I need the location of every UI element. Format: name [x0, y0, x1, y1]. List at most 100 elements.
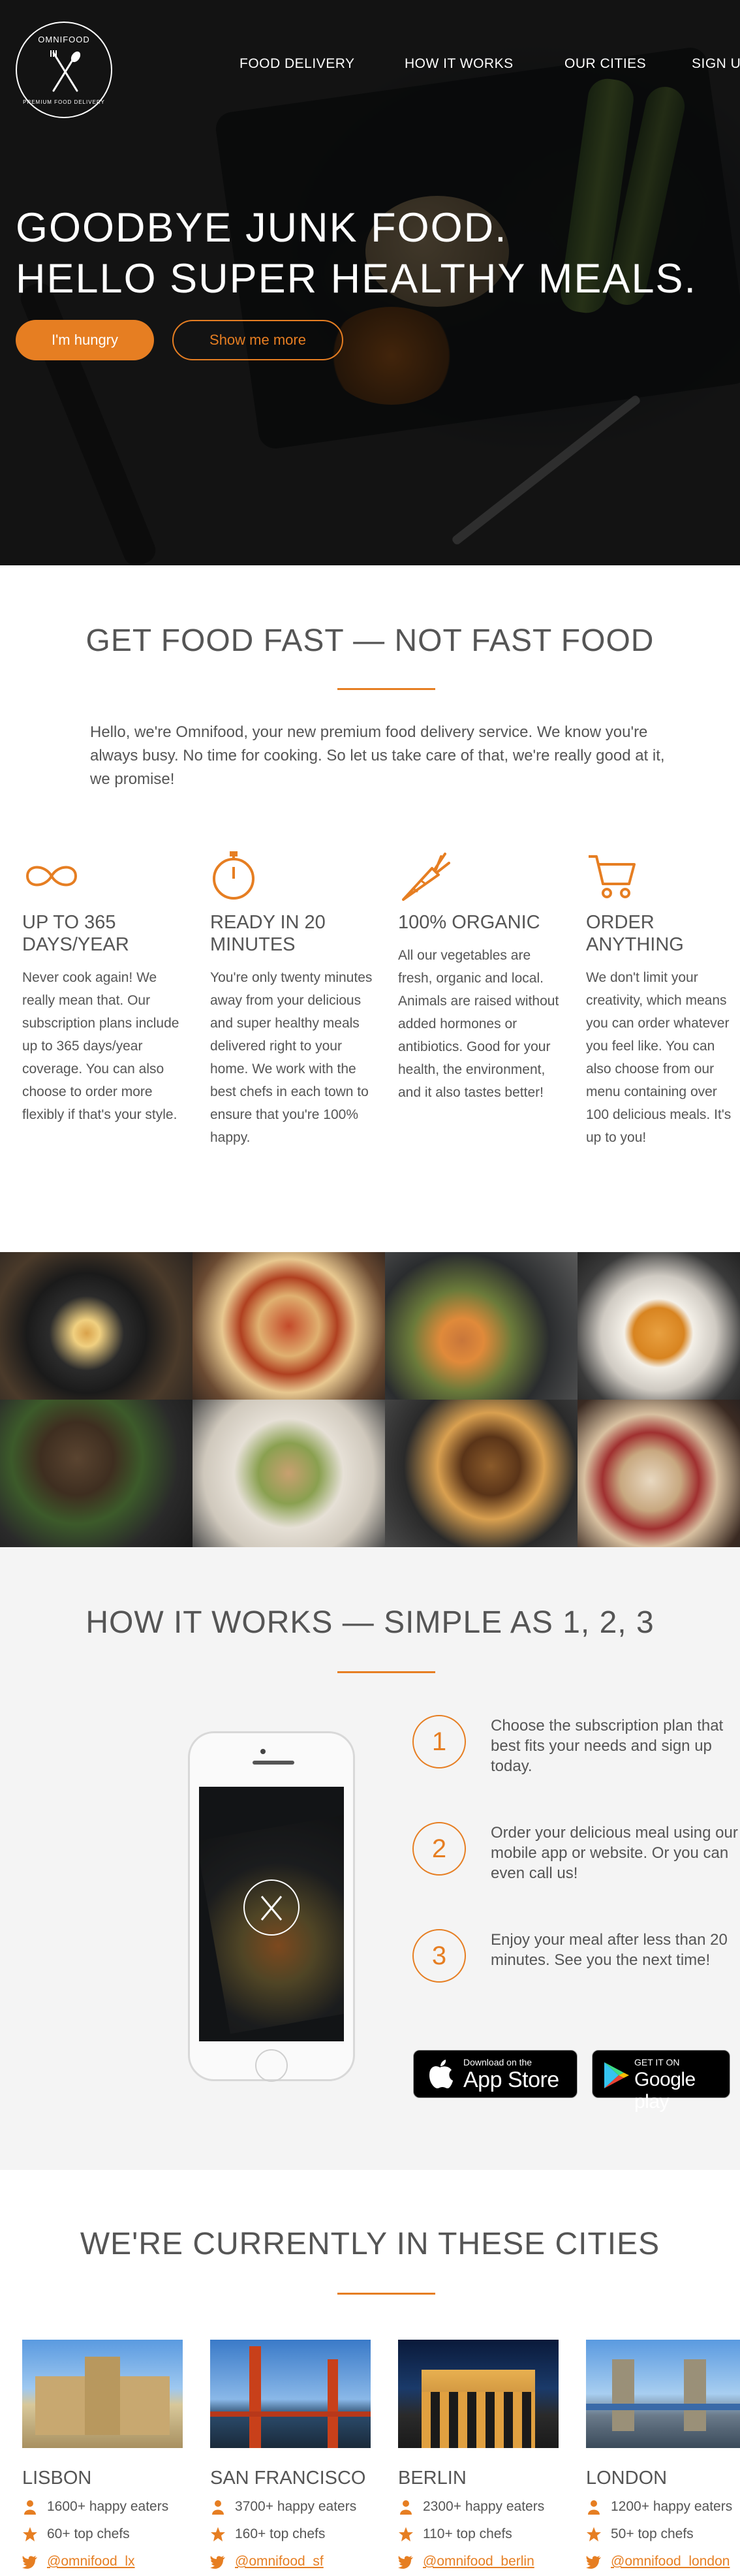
show-me-more-button[interactable]: Show me more	[172, 320, 343, 360]
how-it-works-heading: HOW IT WORKS — SIMPLE AS 1, 2, 3	[85, 1605, 655, 1640]
google-play-small-text: GET IT ON	[634, 2057, 680, 2067]
phone-screen	[199, 1787, 344, 2041]
city-name: Lisbon	[22, 2468, 92, 2489]
city-twitter: @omnifood_sf	[210, 2552, 373, 2571]
tower-bridge-tower	[684, 2359, 706, 2431]
golden-gate-tower	[328, 2359, 338, 2448]
star-icon	[211, 2527, 225, 2541]
how-heading-divider	[337, 1671, 435, 1673]
city-eaters-text: 1200+ happy eaters	[611, 2499, 733, 2514]
google-play-icon	[604, 2062, 629, 2088]
hero-title-line-2: HELLO SUPER HEALTHY MEALS.	[16, 256, 698, 302]
nav-how-it-works[interactable]: HOW IT WORKS	[405, 56, 514, 72]
city-twitter-link[interactable]: @omnifood_sf	[235, 2554, 324, 2569]
nav-sign-up[interactable]: SIGN UP	[692, 56, 740, 72]
berlin-photo	[398, 2340, 559, 2448]
city-chefs-text: 50+ top chefs	[611, 2526, 694, 2541]
nav-our-cities[interactable]: OUR CITIES	[564, 56, 646, 72]
feature-title: Up to 365 days/year	[22, 912, 129, 955]
step-number: 1	[412, 1715, 466, 1768]
brandenburg-columns	[422, 2392, 535, 2448]
infinity-icon	[25, 866, 78, 887]
city-eaters-text: 1600+ happy eaters	[47, 2499, 169, 2514]
city-eaters-text: 3700+ happy eaters	[235, 2499, 357, 2514]
stopwatch-icon	[213, 851, 254, 900]
city-twitter: @omnifood_lx	[22, 2552, 185, 2571]
city-chefs-text: 160+ top chefs	[235, 2526, 326, 2541]
phone-home-button	[255, 2049, 288, 2082]
city-card-san-francisco: San Francisco 3700+ happy eaters 160+ to…	[210, 2340, 373, 2571]
person-icon	[212, 2500, 224, 2515]
twitter-icon	[586, 2556, 601, 2569]
iphone-app-mockup	[188, 1731, 355, 2082]
feature-text: You're only twenty minutes away from you…	[210, 970, 373, 1145]
city-name: Berlin	[398, 2468, 467, 2489]
cart-icon	[589, 855, 636, 898]
city-twitter-link[interactable]: @omnifood_berlin	[423, 2554, 534, 2569]
city-chefs: 160+ top chefs	[210, 2524, 373, 2544]
meals-gallery	[0, 1252, 740, 1547]
cities-heading: WE'RE CURRENTLY IN THESE CITIES	[80, 2227, 660, 2261]
lisbon-photo	[22, 2340, 183, 2448]
person-icon	[400, 2500, 412, 2515]
logo-wordmark: OMNIFOOD	[38, 35, 90, 44]
feature-item: Ready in 20 minutes You're only twenty m…	[210, 850, 380, 1149]
city-chefs-text: 60+ top chefs	[47, 2526, 130, 2541]
feature-item: 100% organic All our vegetables are fres…	[398, 850, 568, 1104]
app-store-badge[interactable]: Download on the App Store	[413, 2050, 578, 2098]
city-chefs-text: 110+ top chefs	[423, 2526, 512, 2541]
feature-text: We don't limit your creativity, which me…	[586, 970, 732, 1145]
feature-text: All our vegetables are fresh, organic an…	[398, 948, 559, 1100]
steak-asparagus-photo[interactable]	[0, 1400, 193, 1547]
step-text: Choose the subscription plan that best f…	[491, 1717, 724, 1775]
person-icon	[24, 2500, 36, 2515]
star-icon	[399, 2527, 413, 2541]
burger-photo[interactable]	[385, 1400, 578, 1547]
tower-bridge-deck	[586, 2404, 740, 2410]
city-eaters: 1600+ happy eaters	[22, 2497, 185, 2517]
city-twitter-link[interactable]: @omnifood_london	[611, 2554, 730, 2569]
features-intro-text: Hello, we're Omnifood, your new premium …	[90, 723, 665, 788]
city-eaters: 2300+ happy eaters	[398, 2497, 561, 2517]
city-card-berlin: Berlin 2300+ happy eaters 110+ top chefs…	[398, 2340, 561, 2571]
city-name: London	[586, 2468, 668, 2489]
apple-icon	[429, 2060, 453, 2088]
feature-title: 100% organic	[398, 912, 540, 933]
sandwich-photo[interactable]	[193, 1400, 385, 1547]
nav-food-delivery[interactable]: FOOD DELIVERY	[239, 56, 355, 72]
im-hungry-button[interactable]: I'm hungry	[16, 320, 154, 360]
pizza-photo[interactable]	[193, 1252, 385, 1400]
tower-bridge-tower	[612, 2359, 634, 2431]
hero-title: GOODBYE JUNK FOOD. HELLO SUPER HEALTHY M…	[16, 202, 697, 304]
person-icon	[588, 2500, 600, 2515]
step-text: Enjoy your meal after less than 20 minut…	[491, 1931, 728, 1969]
city-name: San Francisco	[210, 2468, 366, 2489]
feature-title: Ready in 20 minutes	[210, 912, 326, 955]
app-logo-icon	[243, 1879, 300, 1936]
city-chefs: 60+ top chefs	[22, 2524, 185, 2544]
step-number: 3	[412, 1929, 466, 1983]
asparagus-chicken-photo[interactable]	[385, 1252, 578, 1400]
city-twitter: @omnifood_london	[586, 2552, 740, 2571]
city-eaters: 3700+ happy eaters	[210, 2497, 373, 2517]
city-card-lisbon: Lisbon 1600+ happy eaters 60+ top chefs …	[22, 2340, 185, 2571]
city-eaters: 1200+ happy eaters	[586, 2497, 740, 2517]
city-card-london: London 1200+ happy eaters 50+ top chefs …	[586, 2340, 740, 2571]
soup-photo[interactable]	[578, 1252, 740, 1400]
star-icon	[23, 2527, 37, 2541]
app-store-small-text: Download on the	[463, 2057, 532, 2067]
phone-speaker	[253, 1761, 294, 1765]
main-navigation: FOOD DELIVERY HOW IT WORKS OUR CITIES SI…	[0, 56, 740, 76]
golden-gate-deck	[210, 2411, 371, 2417]
bibimbap-photo[interactable]	[0, 1252, 193, 1400]
lisbon-arch	[85, 2357, 120, 2435]
step-text: Order your delicious meal using our mobi…	[491, 1824, 738, 1882]
google-play-badge[interactable]: GET IT ON Google play	[592, 2050, 730, 2113]
golden-gate-tower	[249, 2346, 261, 2448]
logo-tagline: PREMIUM FOOD DELIVERY	[23, 99, 105, 105]
city-twitter: @omnifood_berlin	[398, 2552, 561, 2571]
city-twitter-link[interactable]: @omnifood_lx	[47, 2554, 135, 2569]
hero-title-line-1: GOODBYE JUNK FOOD.	[16, 205, 508, 251]
feature-item: Order anything We don't limit your creat…	[586, 850, 740, 1149]
granola-berries-photo[interactable]	[578, 1400, 740, 1547]
